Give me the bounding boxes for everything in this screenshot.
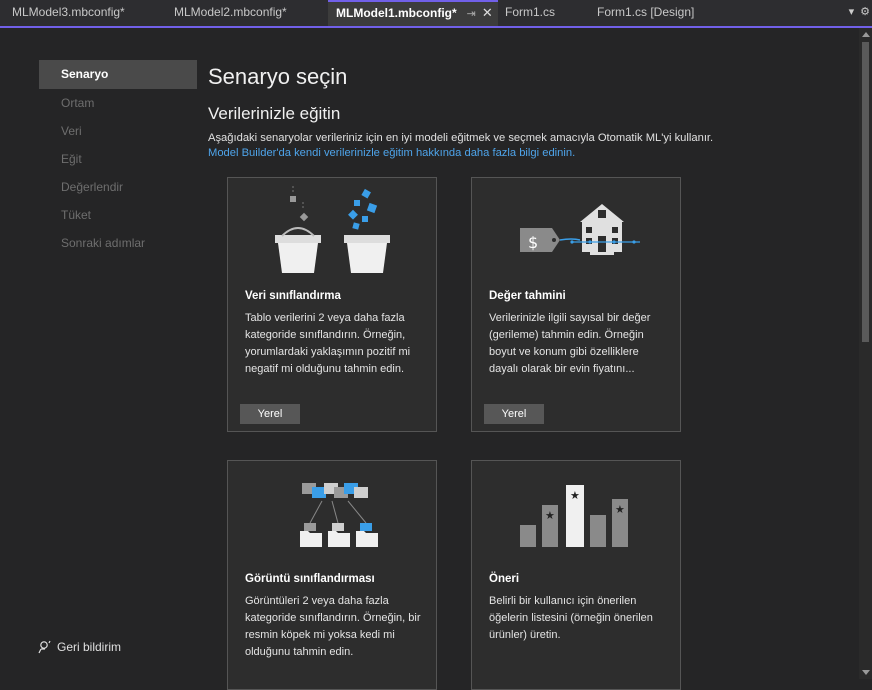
house-price-icon: $	[520, 204, 640, 255]
main-panel: Senaryo seçin Verilerinizle eğitin Aşağı…	[208, 64, 838, 159]
gear-icon[interactable]: ⚙	[860, 6, 870, 18]
scroll-down-icon[interactable]	[862, 670, 870, 675]
svg-text:★: ★	[570, 489, 580, 502]
card-title: Veri sınıflandırma	[245, 290, 341, 302]
tab-mlmodel2[interactable]: MLModel2.mbconfig*	[166, 0, 287, 26]
nav-item-environment[interactable]: Ortam	[39, 89, 197, 117]
scrollbar-thumb[interactable]	[862, 42, 869, 342]
nav-item-train[interactable]: Eğit	[39, 145, 197, 173]
close-icon[interactable]: ✕	[482, 5, 493, 20]
page-title: Senaryo seçin	[208, 64, 348, 89]
learn-more-link[interactable]: Model Builder'da kendi verilerinizle eği…	[208, 147, 838, 159]
tab-label: MLModel3.mbconfig*	[12, 5, 125, 19]
tab-dropdown-icon[interactable]: ▾	[849, 6, 855, 18]
svg-text:★: ★	[545, 509, 555, 522]
tab-label: Form1.cs [Design]	[597, 5, 695, 19]
nav-item-evaluate[interactable]: Değerlendir	[39, 173, 197, 201]
tab-label: Form1.cs	[505, 5, 556, 19]
svg-text:★: ★	[615, 503, 625, 516]
scenario-card-data-classification[interactable]: Veri sınıflandırma Tablo verilerini 2 ve…	[227, 177, 437, 432]
tab-form1-cs[interactable]: Form1.cs	[497, 0, 555, 26]
local-button[interactable]: Yerel	[240, 404, 300, 424]
feedback-icon	[38, 640, 51, 654]
pin-icon[interactable]: ⇥	[467, 8, 476, 20]
image-folders-icon	[300, 483, 378, 547]
feedback-label: Geri bildirim	[57, 640, 122, 654]
nav-item-data[interactable]: Veri	[39, 117, 197, 145]
card-title: Değer tahmini	[489, 290, 566, 302]
tab-mlmodel3[interactable]: MLModel3.mbconfig*	[4, 0, 125, 26]
card-description: Verilerinizle ilgili sayısal bir değer (…	[489, 312, 651, 375]
card-description: Görüntüleri 2 veya daha fazla kategoride…	[245, 595, 421, 658]
document-tab-bar: MLModel3.mbconfig* MLModel2.mbconfig* ML…	[0, 0, 872, 28]
tab-form1-design[interactable]: Form1.cs [Design]	[589, 0, 694, 26]
buckets-icon	[275, 186, 390, 273]
card-title: Görüntü sınıflandırması	[245, 573, 375, 585]
scenario-card-image-classification[interactable]: Görüntü sınıflandırması Görüntüleri 2 ve…	[227, 460, 437, 690]
tab-label: MLModel1.mbconfig*	[336, 6, 457, 20]
scenario-page: Senaryo Ortam Veri Eğit Değerlendir Tüke…	[0, 28, 872, 690]
scenario-card-value-prediction[interactable]: $ Değer tahmini Verilerinizle ilgili say…	[471, 177, 681, 432]
nav-item-next-steps[interactable]: Sonraki adımlar	[39, 229, 197, 257]
step-navigation: Senaryo Ortam Veri Eğit Değerlendir Tüke…	[39, 60, 197, 257]
tab-mlmodel1[interactable]: MLModel1.mbconfig* ⇥ ✕	[328, 0, 498, 26]
nav-item-scenario[interactable]: Senaryo	[39, 60, 197, 89]
card-description: Belirli bir kullanıcı için önerilen öğel…	[489, 595, 653, 641]
vertical-scrollbar[interactable]	[859, 28, 872, 679]
section-description: Aşağıdaki senaryolar verileriniz için en…	[208, 132, 714, 144]
tab-label: MLModel2.mbconfig*	[174, 5, 287, 19]
scroll-up-icon[interactable]	[862, 32, 870, 37]
feedback-button[interactable]: Geri bildirim	[37, 640, 121, 654]
card-description: Tablo verilerini 2 veya daha fazla kateg…	[245, 312, 411, 375]
scenario-card-recommendation[interactable]: ★ ★ ★ Öneri Belirli bir kullanıcı için ö…	[471, 460, 681, 690]
star-bars-icon: ★ ★ ★	[520, 485, 628, 547]
section-title: Verilerinizle eğitin	[208, 104, 341, 123]
card-title: Öneri	[489, 573, 520, 585]
tab-overflow: ▾ ⚙	[849, 0, 870, 26]
nav-item-consume[interactable]: Tüket	[39, 201, 197, 229]
local-button[interactable]: Yerel	[484, 404, 544, 424]
svg-text:$: $	[528, 233, 538, 252]
